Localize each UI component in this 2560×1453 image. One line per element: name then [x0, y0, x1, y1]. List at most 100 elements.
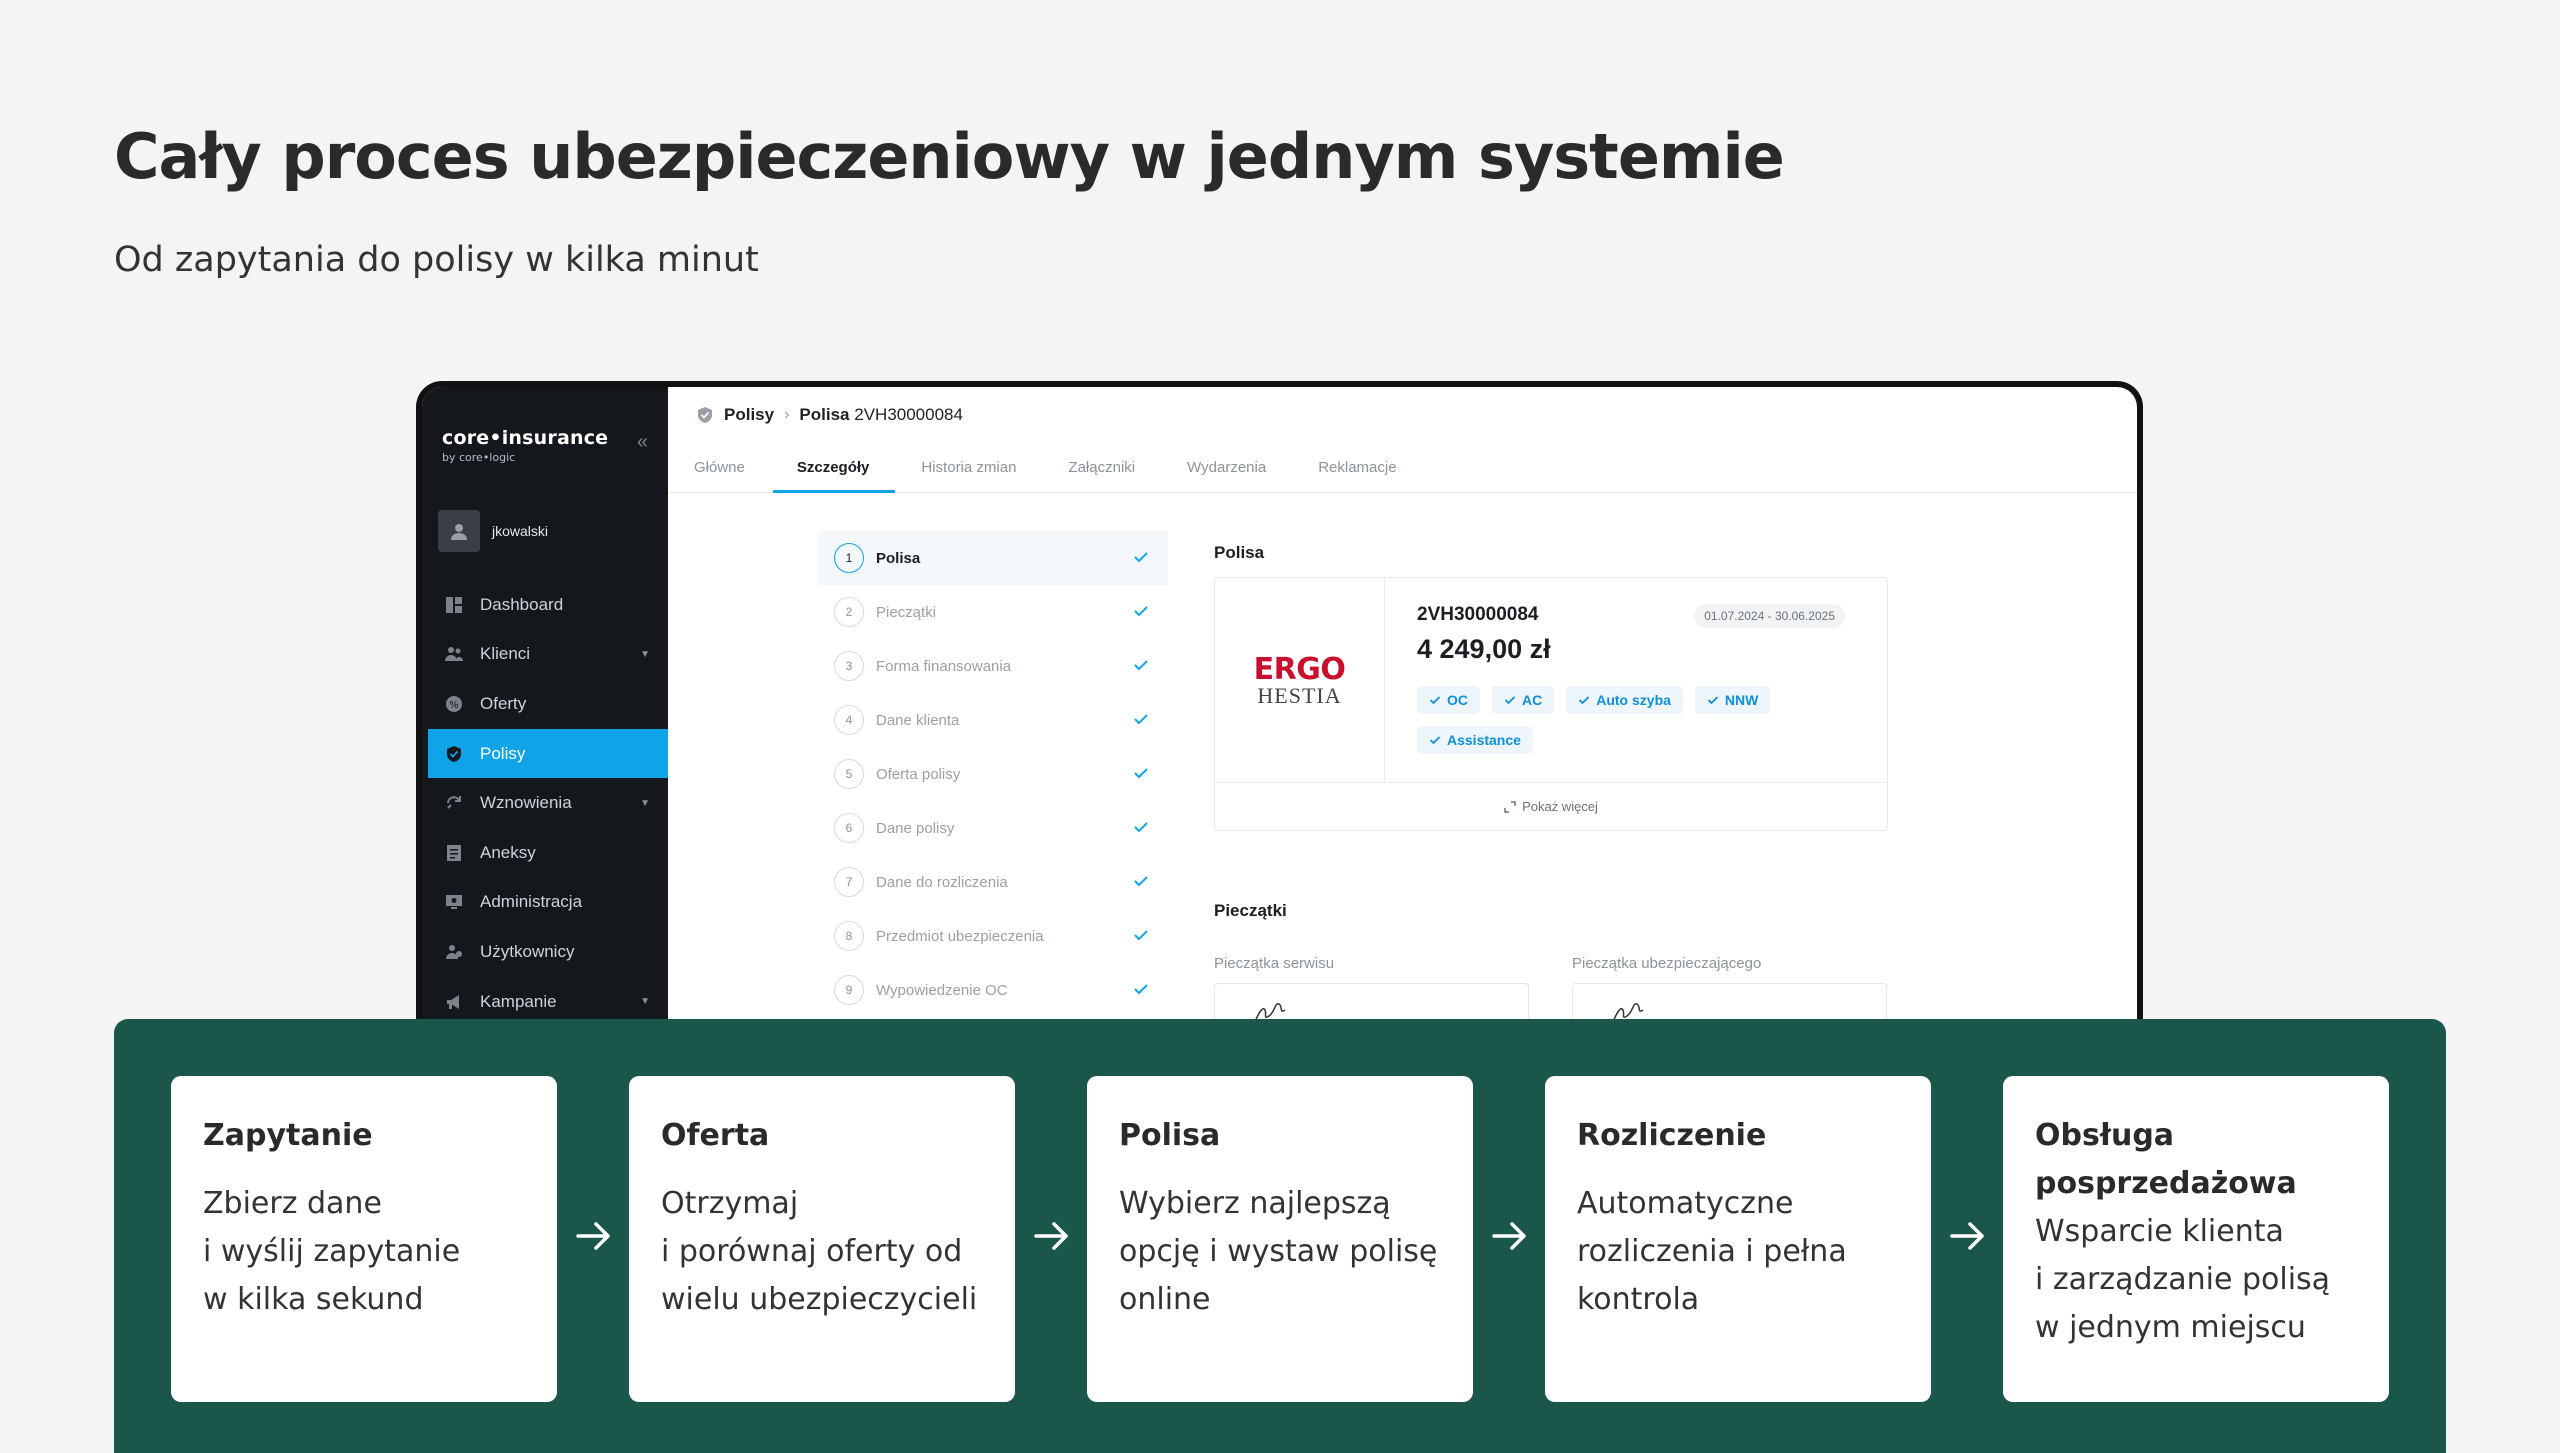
policy-price: 4 249,00 zł [1417, 634, 1551, 664]
sidebar-item-uzytkownicy[interactable]: Użytkownicy [428, 927, 668, 977]
sidebar-item-label: Klienci [480, 644, 531, 664]
user-profile[interactable]: jkowalski [438, 510, 548, 552]
check-icon [1707, 696, 1719, 705]
step-number: 1 [834, 543, 864, 573]
megaphone-icon [444, 992, 464, 1012]
step-number: 6 [834, 813, 864, 843]
flow-card-text: Wsparcie klienta i zarządzanie polisą w … [2035, 1214, 2331, 1345]
signature-icon [1612, 1003, 1644, 1021]
coverage-chip: Assistance [1417, 726, 1533, 754]
tab-glowne[interactable]: Główne [694, 443, 745, 492]
sidebar-item-label: Wznowienia [480, 793, 572, 813]
coverage-chip: OC [1417, 686, 1480, 714]
step-item[interactable]: 8 Przedmiot ubezpieczenia [818, 909, 1168, 963]
step-label: Dane do rozliczenia [876, 873, 1008, 891]
step-item[interactable]: 3 Forma finansowania [818, 639, 1168, 693]
step-label: Polisa [876, 549, 921, 567]
service-stamp-box[interactable] [1214, 983, 1529, 1021]
admin-icon [444, 892, 464, 912]
sidebar-item-label: Kampanie [480, 991, 557, 1011]
sidebar-item-label: Dashboard [480, 594, 564, 614]
tab-szczegoly[interactable]: Szczegóły [773, 443, 895, 493]
arrow-right-icon [1950, 1222, 1984, 1250]
policy-card: ERGO HESTIA 2VH30000084 01.07.2024 - 30.… [1214, 577, 1888, 831]
step-number: 7 [834, 867, 864, 897]
policy-number: 2VH30000084 [1417, 604, 1539, 625]
step-item[interactable]: 4 Dane klienta [818, 693, 1168, 747]
user-name: jkowalski [492, 523, 549, 539]
policy-dates: 01.07.2024 - 30.06.2025 [1694, 604, 1845, 628]
tab-zalaczniki[interactable]: Załączniki [1068, 443, 1135, 492]
check-icon [1429, 696, 1441, 705]
users-icon [444, 644, 464, 664]
sidebar-item-aneksy[interactable]: Aneksy [428, 828, 668, 878]
avatar [438, 510, 480, 552]
step-item[interactable]: 7 Dane do rozliczenia [818, 855, 1168, 909]
arrow-right-icon [576, 1222, 610, 1250]
show-more-label: Pokaż więcej [1522, 799, 1598, 814]
tab-reklamacje[interactable]: Reklamacje [1318, 443, 1396, 492]
check-icon [1134, 606, 1148, 617]
tab-bar: Główne Szczegóły Historia zmian Załączni… [668, 443, 2137, 493]
step-number: 4 [834, 705, 864, 735]
sidebar-item-polisy[interactable]: Polisy [428, 728, 668, 779]
check-icon [1134, 768, 1148, 779]
sidebar-item-administracja[interactable]: Administracja [428, 878, 668, 928]
device-mockup: core•insurance by core•logic « jkowalski… [416, 381, 2143, 1021]
step-item[interactable]: 9 Wypowiedzenie OC [818, 963, 1168, 1017]
step-number: 2 [834, 597, 864, 627]
flow-card-title: Obsługa posprzedażowa [2035, 1118, 2297, 1201]
chevron-right-icon: › [784, 406, 790, 423]
step-label: Forma finansowania [876, 657, 1012, 675]
arrow-right-icon [1492, 1222, 1526, 1250]
step-item[interactable]: 1 Polisa [818, 531, 1168, 585]
flow-card-zapytanie: Zapytanie Zbierz dane i wyślij zapytanie… [171, 1076, 557, 1402]
step-item[interactable]: 2 Pieczątki [818, 585, 1168, 639]
check-icon [1134, 714, 1148, 725]
insurer-stamp-box[interactable] [1572, 983, 1887, 1021]
sidebar-item-label: Polisy [480, 743, 526, 763]
breadcrumb-current: Polisa [799, 405, 850, 424]
sidebar-item-klienci[interactable]: Klienci ▼ [428, 630, 668, 680]
step-item[interactable]: 6 Dane polisy [818, 801, 1168, 855]
sidebar-item-label: Oferty [480, 693, 527, 713]
step-label: Wypowiedzenie OC [876, 981, 1008, 999]
hero-title: Cały proces ubezpieczeniowy w jednym sys… [114, 120, 1785, 193]
flow-card-text: Wybierz najlepszą opcję i wystaw polisę … [1119, 1186, 1438, 1317]
coverage-chip-label: Auto szyba [1596, 692, 1671, 708]
flow-card-oferta: Oferta Otrzymaj i porównaj oferty od wie… [629, 1076, 1015, 1402]
app-logo[interactable]: core•insurance by core•logic [442, 427, 608, 464]
breadcrumb-policy-id: 2VH30000084 [854, 405, 963, 424]
sidebar-item-kampanie[interactable]: Kampanie ▼ [428, 977, 668, 1021]
signature-icon [1254, 984, 1350, 1021]
step-number: 5 [834, 759, 864, 789]
flow-card-polisa: Polisa Wybierz najlepszą opcję i wystaw … [1087, 1076, 1473, 1402]
user-group-icon [444, 942, 464, 962]
double-chevron-left-icon[interactable]: « [637, 431, 648, 454]
step-number: 8 [834, 921, 864, 951]
sidebar-item-oferty[interactable]: % Oferty [428, 679, 668, 729]
logo-sub: by core•logic [442, 451, 516, 464]
sidebar-item-dashboard[interactable]: Dashboard [428, 580, 668, 630]
tab-wydarzenia[interactable]: Wydarzenia [1187, 443, 1266, 492]
check-icon [1504, 696, 1516, 705]
tab-historia-zmian[interactable]: Historia zmian [921, 443, 1016, 492]
step-item[interactable]: 5 Oferta polisy [818, 747, 1168, 801]
breadcrumb-root[interactable]: Polisy [724, 405, 774, 425]
sidebar-item-label: Użytkownicy [480, 941, 575, 961]
show-more-button[interactable]: Pokaż więcej [1215, 782, 1887, 830]
chevron-down-icon: ▼ [640, 996, 650, 1008]
offers-icon: % [444, 694, 464, 714]
app-screen: core•insurance by core•logic « jkowalski… [422, 387, 2137, 1021]
sidebar-item-label: Administracja [480, 892, 583, 912]
logo-main: core•insurance [442, 427, 609, 449]
dashboard-icon [444, 595, 464, 615]
insurer-stamp-label: Pieczątka ubezpieczającego [1572, 955, 1762, 972]
coverage-chip: Auto szyba [1566, 686, 1683, 714]
hero-subtitle: Od zapytania do polisy w kilka minut [114, 240, 759, 280]
coverage-chip-label: NNW [1724, 692, 1759, 708]
flow-card-text: Zbierz dane i wyślij zapytanie w kilka s… [203, 1186, 461, 1317]
step-label: Dane polisy [876, 819, 955, 837]
check-icon [1134, 984, 1148, 995]
sidebar-item-wznowienia[interactable]: Wznowienia ▼ [428, 778, 668, 828]
